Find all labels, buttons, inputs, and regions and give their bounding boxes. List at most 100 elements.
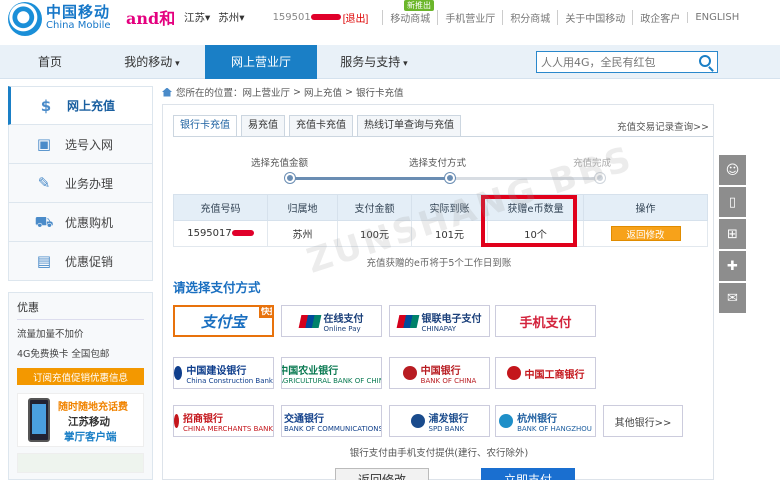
pay-chinapay[interactable]: 银联电子支付 CHINAPAY — [389, 305, 490, 337]
bank-hangzhou[interactable]: 杭州银行 BANK OF HANGZHOU — [495, 405, 596, 437]
logout-link[interactable]: [退出] — [342, 10, 369, 25]
bank-spdb[interactable]: 浦发银行 SPD BANK — [389, 405, 490, 437]
pay-alipay[interactable]: 支付宝快捷 — [173, 305, 274, 337]
top-link-points-mall[interactable]: 积分商城 — [502, 10, 557, 25]
bank-cmb[interactable]: 招商银行 CHINA MERCHANTS BANK — [173, 405, 274, 437]
back-modify-button[interactable]: 返回修改 — [335, 468, 429, 480]
sidebar-item-phone-deals[interactable]: ⛟ 优惠购机 — [8, 203, 153, 242]
chevron-down-icon: ▾ — [172, 59, 180, 69]
cart-icon: ⛟ — [34, 213, 54, 231]
top-link-mall[interactable]: 移动商城 — [382, 10, 437, 25]
city-select[interactable]: 苏州▾ — [218, 10, 244, 25]
top-link-enterprise[interactable]: 政企客户 — [632, 10, 687, 25]
china-mobile-logo[interactable]: 中国移动 China Mobile — [8, 2, 111, 36]
step-select-payment: 选择支付方式 — [409, 158, 467, 169]
promo-line[interactable]: 流量加量不加价 — [17, 326, 144, 340]
table-row: 1595017 苏州 100元 101元 10个 返回修改 — [173, 220, 708, 247]
promo-line[interactable]: 4G免费换卡 全国包邮 — [17, 346, 144, 360]
cmb-logo-icon — [174, 414, 180, 428]
breadcrumb-online-recharge[interactable]: 网上充值 — [304, 85, 342, 99]
pay-amount-cell: 100元 — [337, 220, 412, 247]
bank-bocom[interactable]: 交通银行 BANK OF COMMUNICATIONS — [281, 405, 382, 437]
step-dot — [285, 173, 295, 183]
breadcrumb-bank-recharge: 银行卡充值 — [355, 88, 404, 99]
ecoin-note: 充值获赠的e币将于5个工作日到账 — [366, 258, 512, 269]
unionpay-icon — [298, 314, 321, 328]
recharge-phone: 1595017 — [173, 220, 268, 247]
main-nav: 首页 我的移动 ▾ 网上营业厅 服务与支持 ▾ — [0, 45, 780, 79]
phone-image — [28, 398, 50, 442]
tab-bank-card-recharge[interactable]: 银行卡充值 — [173, 115, 237, 137]
sidebar-item-promotions[interactable]: ▤ 优惠促销 — [8, 242, 153, 281]
unionpay-icon — [396, 314, 419, 328]
other-banks-link[interactable]: 其他银行>> — [603, 405, 683, 437]
pay-unionpay-online[interactable]: 在线支付 Online Pay — [281, 305, 382, 337]
sitemap-icon[interactable]: ⊞ — [719, 219, 746, 249]
top-links: 江苏▾ 苏州▾ 159501 [退出] 移动商城 手机营业厅 积分商城 关于中国… — [184, 10, 746, 25]
nav-online-hall[interactable]: 网上营业厅 — [205, 45, 317, 79]
nav-home[interactable]: 首页 — [0, 45, 100, 79]
sidebar: $ 网上充值 ▣ 选号入网 ✎ 业务办理 ⛟ 优惠购机 ▤ 优惠促销 — [8, 86, 153, 281]
bank-ccb[interactable]: 中国建设银行 China Construction Bank — [173, 357, 274, 389]
sell-icon: ▤ — [36, 252, 52, 270]
step-dot — [445, 173, 455, 183]
and-brand-logo[interactable]: and和 — [126, 4, 175, 30]
content-panel: 银行卡充值 易充值 充值卡充值 热线订单查询与充值 充值交易记录查询>> 选择充… — [162, 104, 714, 480]
app-ad-banner[interactable]: 随时随地充话费 江苏移动 掌厅客户端 — [17, 393, 144, 447]
recharge-tabs: 银行卡充值 易充值 充值卡充值 热线订单查询与充值 — [173, 115, 465, 137]
user-phone: 159501 — [273, 12, 341, 23]
promo-title: 优惠 — [17, 299, 144, 320]
ccb-logo-icon — [174, 366, 183, 380]
bank-boc[interactable]: 中国银行 BANK OF CHINA — [389, 357, 490, 389]
actual-amount-cell: 101元 — [411, 220, 488, 247]
step-dot — [595, 173, 605, 183]
breadcrumb-online-hall[interactable]: 网上营业厅 — [243, 85, 291, 99]
nav-my-mobile[interactable]: 我的移动 ▾ — [100, 45, 204, 79]
sidebar-item-online-recharge[interactable]: $ 网上充值 — [8, 86, 153, 125]
top-link-english[interactable]: ENGLISH — [687, 12, 746, 23]
sidebar-item-business[interactable]: ✎ 业务办理 — [8, 164, 153, 203]
feedback-icon[interactable]: ✉ — [719, 283, 746, 313]
search-input[interactable] — [537, 52, 687, 72]
search-icon[interactable] — [699, 55, 711, 67]
pay-now-button[interactable]: 立即支付 — [481, 468, 575, 480]
step-complete: 充值完成 — [573, 158, 612, 169]
logo-cn: 中国移动 — [46, 3, 111, 21]
boc-logo-icon — [402, 366, 417, 380]
redaction-mark — [310, 14, 341, 20]
sidebar-item-select-number[interactable]: ▣ 选号入网 — [8, 125, 153, 164]
gift-icon[interactable]: ✚ — [719, 251, 746, 281]
chevron-down-icon: ▾ — [400, 59, 408, 69]
new-badge: 新推出 — [404, 0, 434, 11]
recharge-record-link[interactable]: 充值交易记录查询>> — [617, 119, 709, 133]
payment-title: 请选择支付方式 — [173, 280, 261, 295]
pay-mobile-pay[interactable]: 手机支付 — [495, 305, 596, 337]
alipay-logo: 支付宝快捷 — [201, 307, 272, 332]
bank-abc[interactable]: 中国农业银行 AGRICULTURAL BANK OF CHINA — [281, 357, 382, 389]
top-link-about[interactable]: 关于中国移动 — [557, 10, 632, 25]
mobile-pay-logo: 手机支付 — [519, 315, 572, 331]
secondary-ad-banner[interactable] — [17, 453, 144, 473]
search-box — [536, 51, 718, 73]
top-link-mobile-hall[interactable]: 手机营业厅 — [437, 10, 502, 25]
tab-easy-recharge[interactable]: 易充值 — [241, 115, 285, 137]
modify-button[interactable]: 返回修改 — [610, 226, 681, 241]
sim-icon: ▣ — [36, 135, 52, 153]
province-select[interactable]: 江苏▾ — [184, 10, 210, 25]
location-cell: 苏州 — [267, 220, 338, 247]
nav-service-support[interactable]: 服务与支持 ▾ — [318, 45, 430, 79]
breadcrumb: 您所在的位置： 网上营业厅 > 网上充值 > 银行卡充值 — [162, 85, 404, 99]
subscribe-promo-button[interactable]: 订阅充值促销优惠信息 — [17, 368, 144, 385]
order-table: 充值号码 归属地 支付金额 实际到账 获赠e币数量 操作 1595017 苏州 … — [173, 194, 708, 247]
tab-hotline-order[interactable]: 热线订单查询与充值 — [357, 115, 461, 137]
redaction-mark — [231, 230, 254, 236]
progress-steps: 选择充值金额 选择支付方式 充值完成 — [223, 155, 643, 185]
phone-icon[interactable]: ▯ — [719, 187, 746, 217]
floating-toolbar: ☺ ▯ ⊞ ✚ ✉ — [719, 155, 746, 315]
spdb-logo-icon — [410, 414, 425, 428]
chat-icon[interactable]: ☺ — [719, 155, 746, 185]
icbc-logo-icon — [506, 366, 521, 380]
bank-icbc[interactable]: 中国工商银行 — [495, 357, 596, 389]
step-select-amount: 选择充值金额 — [251, 158, 309, 169]
tab-card-recharge[interactable]: 充值卡充值 — [289, 115, 353, 137]
